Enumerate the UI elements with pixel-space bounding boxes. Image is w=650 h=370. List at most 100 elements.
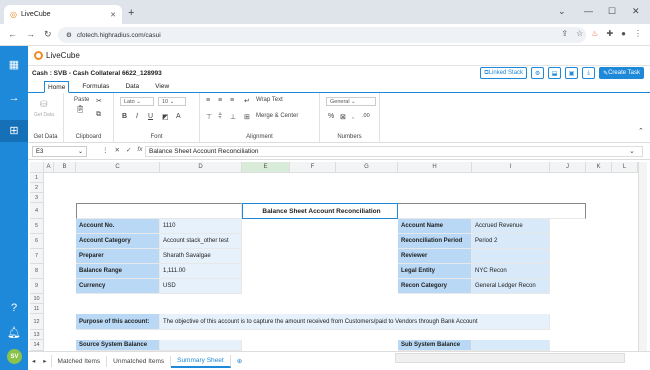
arrow-right-icon[interactable]: → (0, 92, 28, 104)
extension-flame-icon[interactable]: ♨ (591, 29, 598, 38)
column-header[interactable]: C (76, 162, 160, 173)
header-band-cell[interactable] (398, 203, 586, 219)
column-header[interactable]: E (242, 162, 290, 173)
next-sheet-icon[interactable]: ▸ (39, 355, 52, 367)
copy-icon[interactable]: ⧉ (96, 111, 101, 119)
row-header[interactable]: 6 (30, 234, 44, 249)
decimal-icon[interactable]: .00 (362, 113, 370, 119)
minimize-icon[interactable]: — (584, 6, 593, 16)
font-color-icon[interactable]: A (176, 113, 181, 120)
account-category-label[interactable]: Account Category (76, 234, 160, 249)
reconciliation-period-value[interactable]: Period 2 (472, 234, 550, 249)
settings-button[interactable]: ⚙ (531, 67, 545, 79)
bell-icon[interactable]: 🔔︎ (0, 326, 28, 339)
preparer-label[interactable]: Preparer (76, 249, 160, 264)
expand-formula-icon[interactable]: ⌄ (629, 147, 635, 155)
cancel-icon[interactable]: ✕ (115, 146, 120, 154)
row-header[interactable]: 11 (30, 304, 44, 314)
more-options-icon[interactable]: ⋮ (102, 146, 109, 154)
vertical-scrollbar[interactable] (638, 162, 647, 351)
sub-system-balance-label[interactable]: Sub System Balance (398, 340, 472, 351)
recon-category-label[interactable]: Recon Category (398, 279, 472, 294)
align-center-icon[interactable]: ≡ (218, 97, 222, 104)
wrap-text-label[interactable]: Wrap Text (256, 97, 283, 103)
add-sheet-icon[interactable]: ⊕ (231, 355, 248, 367)
address-bar[interactable]: ⚙ cfotech.highradius.com/casui (58, 27, 586, 43)
reviewer-label[interactable]: Reviewer (398, 249, 472, 264)
recon-category-value[interactable]: General Ledger Recon (472, 279, 550, 294)
reviewer-value[interactable] (472, 249, 550, 264)
align-middle-icon[interactable]: ⫩ (218, 113, 222, 121)
comma-icon[interactable]: , (352, 113, 354, 120)
profile-icon[interactable]: ● (621, 29, 626, 38)
prev-sheet-icon[interactable]: ◂ (28, 355, 39, 367)
column-header[interactable]: B (54, 162, 76, 173)
row-header[interactable]: 4 (30, 203, 44, 219)
sheet-tab-matched-items[interactable]: Matched Items (52, 355, 108, 367)
horizontal-scrollbar[interactable] (395, 353, 625, 363)
row-header[interactable]: 2 (30, 183, 44, 193)
cut-icon[interactable]: ✂ (96, 97, 102, 105)
fx-icon[interactable]: fx (137, 146, 142, 154)
currency-label[interactable]: Currency (76, 279, 160, 294)
column-header[interactable]: G (336, 162, 398, 173)
site-info-icon[interactable]: ⚙ (66, 31, 72, 39)
account-category-value[interactable]: Account stack_other test (160, 234, 242, 249)
preparer-value[interactable]: Sharath Savalgae (160, 249, 242, 264)
select-all-corner[interactable] (30, 162, 44, 173)
column-header[interactable]: F (290, 162, 336, 173)
paste-label[interactable]: Paste (74, 97, 89, 103)
account-no-value[interactable]: 1110 (160, 219, 242, 234)
close-tab-icon[interactable]: ✕ (110, 11, 116, 19)
source-system-balance-value[interactable] (160, 340, 242, 351)
apps-grid-icon[interactable]: ▦ (0, 58, 28, 71)
font-name-select[interactable]: Lato ⌄ (120, 97, 154, 106)
currency-value[interactable]: USD (160, 279, 242, 294)
column-header[interactable]: L (612, 162, 638, 173)
account-no-label[interactable]: Account No. (76, 219, 160, 234)
balance-range-value[interactable]: 1,111.00 (160, 264, 242, 279)
merge-center-label[interactable]: Merge & Center (256, 113, 298, 119)
row-header[interactable]: 5 (30, 219, 44, 234)
create-task-button[interactable]: ✎ Create Task (599, 67, 644, 79)
row-header[interactable]: 3 (30, 193, 44, 203)
get-data-button[interactable]: Get Data (34, 112, 54, 118)
maximize-icon[interactable]: ☐ (608, 6, 616, 17)
underline-icon[interactable]: U (148, 113, 153, 120)
column-header[interactable]: J (550, 162, 586, 173)
formula-input[interactable]: Balance Sheet Account Reconciliation (145, 146, 643, 157)
cell-reference-box[interactable]: E3 ⌄ (32, 146, 87, 157)
align-right-icon[interactable]: ≡ (230, 97, 234, 104)
confirm-icon[interactable]: ✓ (126, 146, 131, 154)
row-header[interactable]: 14 (30, 340, 44, 351)
forward-icon[interactable]: → (26, 29, 35, 40)
sheet-title-cell[interactable]: Balance Sheet Account Reconciliation (242, 203, 398, 219)
chevron-down-icon[interactable]: ⌄ (558, 6, 566, 17)
column-header[interactable]: I (472, 162, 550, 173)
tab-formulas[interactable]: Formulas (79, 81, 112, 92)
row-header[interactable]: 1 (30, 173, 44, 183)
column-header[interactable]: K (586, 162, 612, 173)
percent-icon[interactable]: % (328, 113, 334, 120)
column-header[interactable]: A (44, 162, 54, 173)
account-name-label[interactable]: Account Name (398, 219, 472, 234)
purpose-text[interactable]: The objective of this account is to capt… (160, 314, 550, 330)
row-header[interactable]: 10 (30, 294, 44, 304)
paste-icon[interactable]: 📋︎ (76, 105, 85, 113)
tab-home[interactable]: Home (44, 81, 70, 93)
browser-menu-icon[interactable]: ⋮ (634, 29, 642, 38)
close-window-icon[interactable]: ✕ (632, 6, 640, 17)
align-top-icon[interactable]: ⊤ (206, 113, 212, 121)
sheet-tab-unmatched-items[interactable]: Unmatched Items (107, 355, 172, 367)
row-header[interactable]: 9 (30, 279, 44, 294)
fill-color-icon[interactable]: ◩ (162, 113, 169, 121)
export-button[interactable]: ⬓ (548, 67, 562, 79)
get-data-icon[interactable]: ⛁ (40, 99, 48, 110)
merge-icon[interactable]: ⊞ (244, 113, 250, 121)
back-icon[interactable]: ← (8, 29, 17, 40)
row-header[interactable]: 13 (30, 330, 44, 340)
font-size-select[interactable]: 10 ⌄ (158, 97, 186, 106)
browser-tab[interactable]: ◎ LiveCube ✕ (4, 5, 122, 24)
source-system-balance-label[interactable]: Source System Balance (76, 340, 160, 351)
linked-stack-button[interactable]: ⧉ Linked Stack (480, 67, 528, 79)
